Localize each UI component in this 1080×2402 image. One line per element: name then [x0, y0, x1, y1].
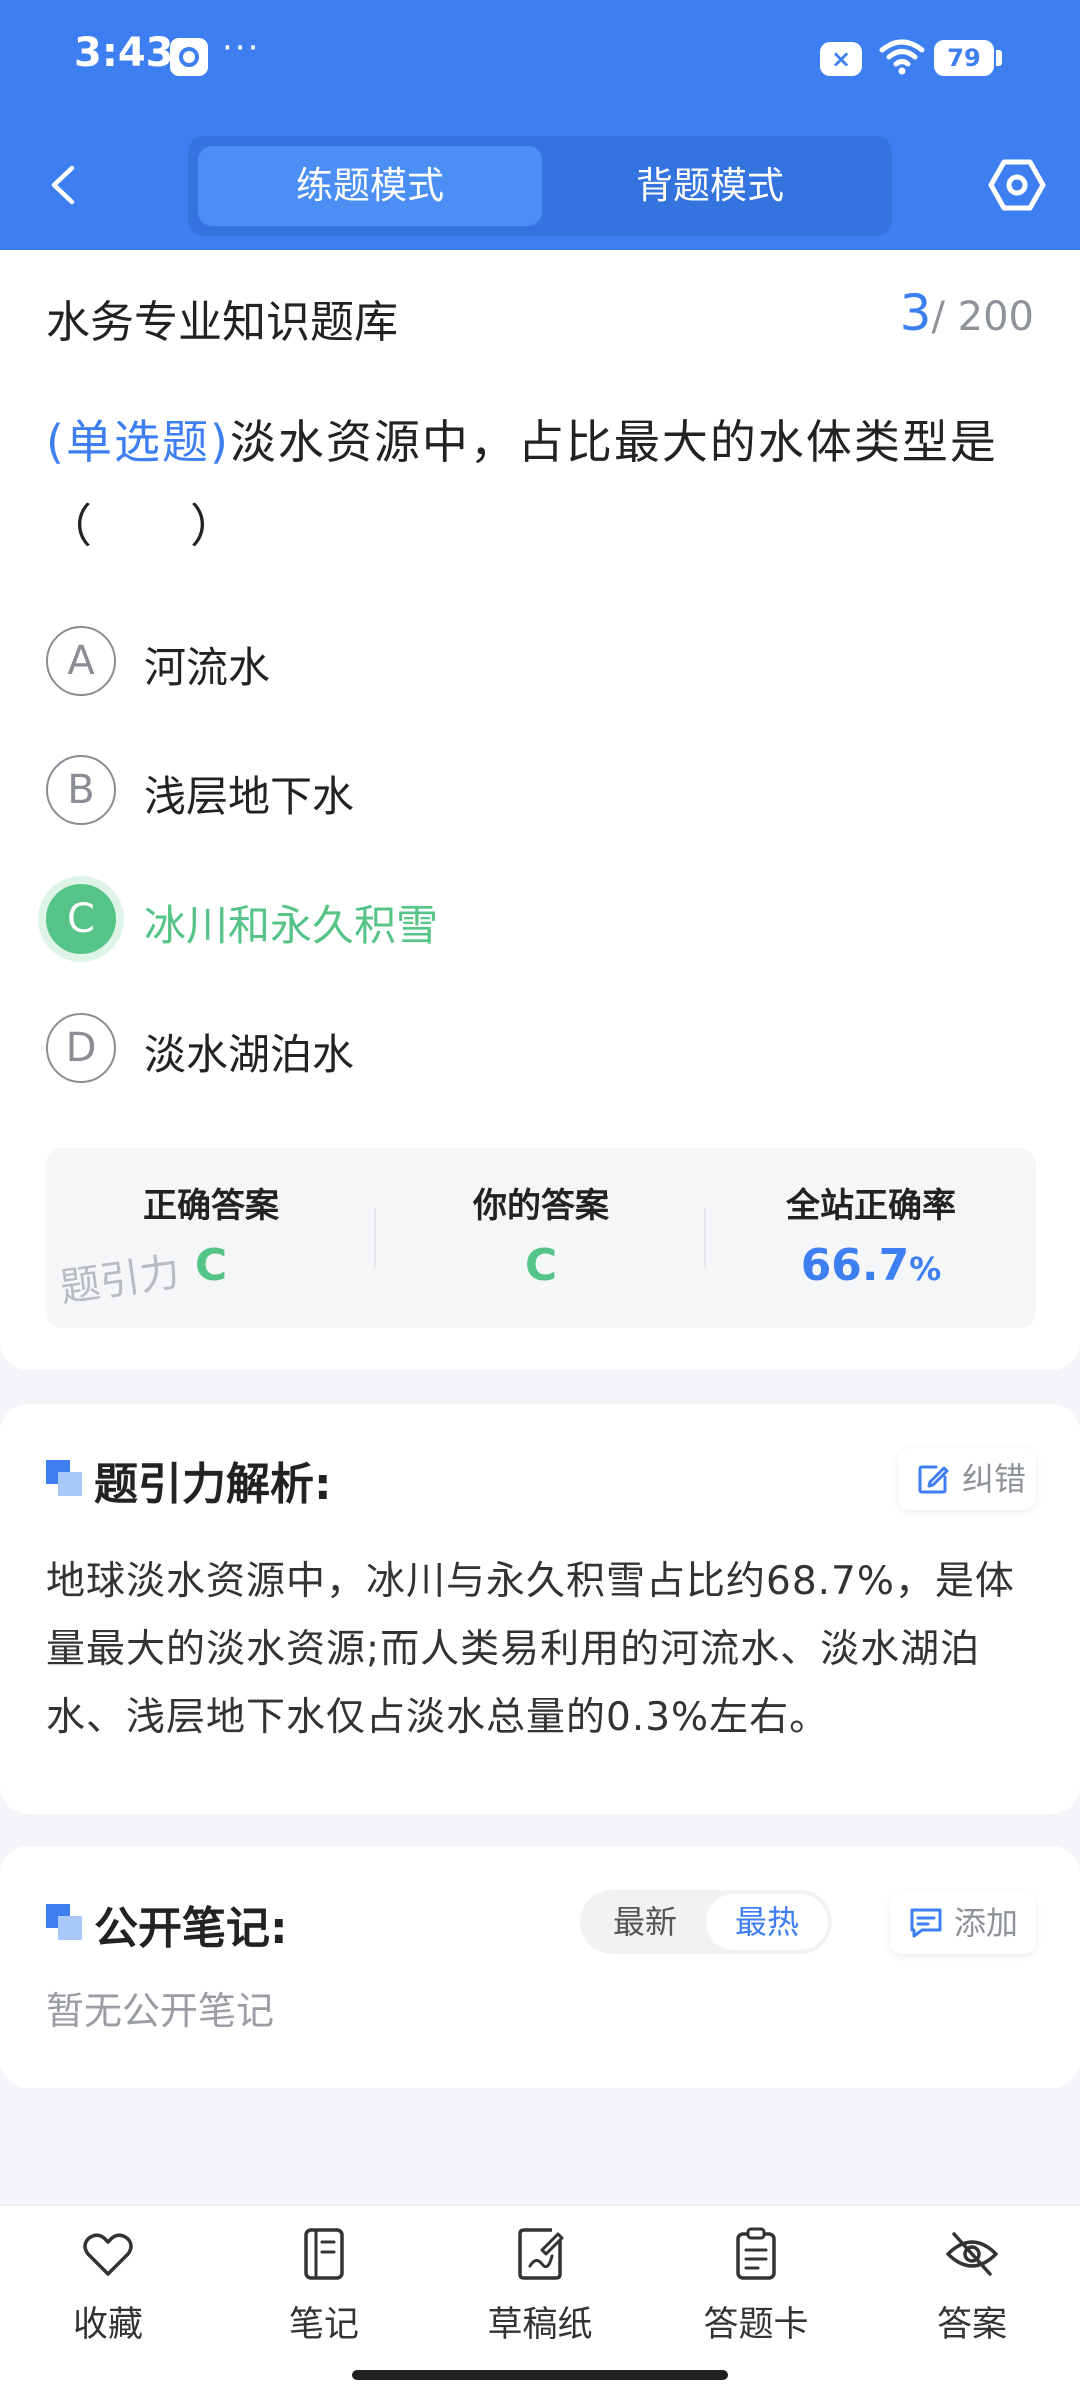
correct-answer-label: 正确答案	[143, 1186, 279, 1226]
status-more-dots: ···	[222, 28, 261, 68]
option-letter: D	[46, 1013, 116, 1083]
option-c[interactable]: C 冰川和永久积雪	[46, 884, 1026, 974]
tab-memorize-mode[interactable]: 背题模式	[538, 146, 882, 226]
nav-answer[interactable]: 答案	[892, 2220, 1052, 2370]
nav-draft-paper[interactable]: 草稿纸	[460, 2220, 620, 2370]
battery-cap	[996, 50, 1002, 66]
report-error-label: 纠错	[962, 1460, 1027, 1498]
draft-paper-icon	[518, 2228, 564, 2280]
edit-icon	[918, 1465, 949, 1494]
option-letter: B	[46, 755, 116, 825]
add-note-label: 添加	[954, 1904, 1019, 1942]
sort-hottest[interactable]: 最热	[706, 1894, 828, 1950]
your-answer-label: 你的答案	[473, 1186, 609, 1226]
nav-label: 答题卡	[703, 2305, 809, 2345]
question-stem: (单选题)淡水资源中，占比最大的水体类型是（ ）	[46, 400, 1046, 568]
option-b[interactable]: B 浅层地下水	[46, 755, 1026, 845]
nav-notes[interactable]: 笔记	[244, 2220, 404, 2370]
public-notes-card	[0, 1846, 1080, 2088]
accuracy-unit: %	[909, 1250, 942, 1288]
heart-icon	[83, 2233, 133, 2276]
battery-indicator: 79	[934, 40, 994, 76]
option-a[interactable]: A 河流水	[46, 626, 1026, 716]
your-answer-stat: 你的答案 C	[376, 1148, 706, 1328]
no-signal-icon: ×	[820, 42, 862, 76]
nav-label: 草稿纸	[487, 2305, 593, 2345]
accuracy-label: 全站正确率	[786, 1186, 956, 1226]
total-questions: / 200	[931, 294, 1034, 340]
accuracy-number: 66.7	[800, 1240, 910, 1291]
tab-practice-mode[interactable]: 练题模式	[198, 146, 542, 226]
app-notification-icon	[170, 38, 208, 76]
option-letter: C	[46, 884, 116, 954]
notebook-icon	[304, 2228, 344, 2280]
current-question-number: 3	[899, 284, 932, 342]
section-icon	[46, 1904, 82, 1940]
answer-stats: 正确答案 C 你的答案 C 全站正确率 66.7%	[46, 1148, 1036, 1328]
nav-label: 收藏	[72, 2305, 143, 2345]
public-notes-title: 公开笔记:	[94, 1903, 288, 1954]
option-text: 冰川和永久积雪	[144, 901, 439, 950]
wifi-icon	[879, 39, 925, 75]
option-text: 浅层地下水	[144, 772, 355, 821]
nav-label: 笔记	[288, 2305, 359, 2345]
notes-sort-toggle: 最新 最热	[580, 1890, 832, 1954]
option-letter: A	[46, 626, 116, 696]
analysis-text: 地球淡水资源中，冰川与永久积雪占比约68.7%，是体量最大的淡水资源;而人类易利…	[46, 1559, 1015, 1740]
option-text: 淡水湖泊水	[144, 1030, 355, 1079]
eye-off-icon	[946, 2232, 998, 2276]
mode-switch: 练题模式 背题模式	[188, 136, 892, 236]
home-indicator[interactable]	[352, 2370, 728, 2380]
add-note-button[interactable]: 添加	[890, 1892, 1036, 1954]
report-error-button[interactable]: 纠错	[898, 1448, 1036, 1510]
sort-newest[interactable]: 最新	[584, 1894, 706, 1950]
question-type-label: (单选题)	[46, 415, 230, 469]
section-icon	[46, 1460, 82, 1496]
back-arrow-icon[interactable]	[40, 160, 90, 210]
nav-favorite[interactable]: 收藏	[28, 2220, 188, 2370]
option-text: 河流水	[144, 643, 271, 692]
your-answer-value: C	[524, 1240, 558, 1291]
comment-icon	[910, 1908, 942, 1938]
question-counter: 3/ 200	[900, 284, 1034, 342]
settings-icon[interactable]	[988, 156, 1046, 214]
question-bank-title: 水务专业知识题库	[46, 297, 398, 348]
answer-sheet-icon	[736, 2227, 776, 2280]
accuracy-stat: 全站正确率 66.7%	[706, 1148, 1036, 1328]
option-d[interactable]: D 淡水湖泊水	[46, 1013, 1026, 1103]
analysis-title: 题引力解析:	[94, 1459, 332, 1510]
status-time: 3:43	[74, 30, 174, 76]
accuracy-value: 66.7%	[706, 1240, 1036, 1291]
empty-notes-text: 暂无公开笔记	[46, 1989, 275, 2033]
nav-label: 答案	[936, 2305, 1007, 2345]
nav-answer-sheet[interactable]: 答题卡	[676, 2220, 836, 2370]
